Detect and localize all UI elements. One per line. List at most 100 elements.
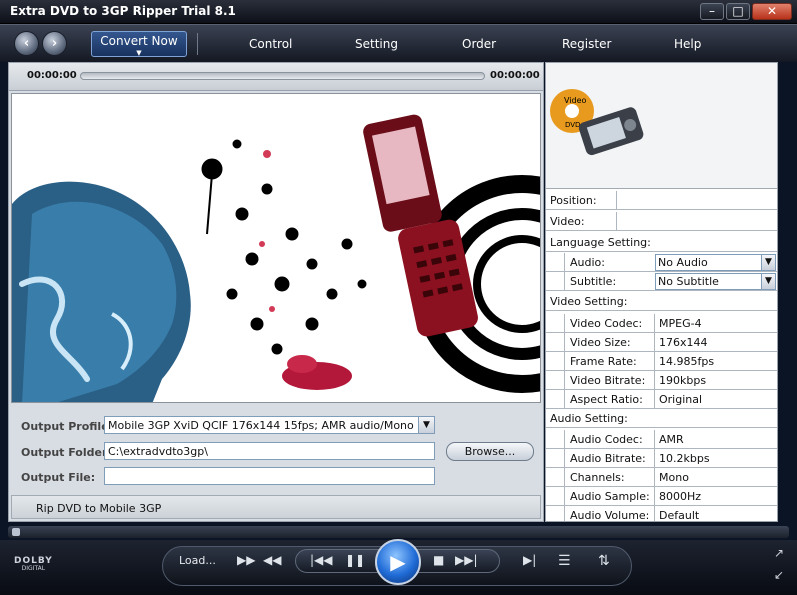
player-bar: DOLBY DIGITAL Load... ▶▶ ◀◀ |◀◀ ❚❚ ▶ ■ ▶…: [0, 539, 797, 595]
shrink-icon[interactable]: ↙: [774, 568, 784, 582]
nav-setting[interactable]: Setting: [355, 37, 398, 51]
seek-slider[interactable]: [80, 72, 485, 80]
pause-icon[interactable]: ❚❚: [345, 553, 365, 567]
skip-forward-icon[interactable]: ▶▶|: [455, 553, 478, 567]
video-codec-row: Video Codec: MPEG-4: [546, 314, 777, 333]
audio-sample-label: Audio Sample:: [570, 490, 650, 503]
video-section-label: Video Setting:: [550, 295, 628, 308]
nav-help[interactable]: Help: [674, 37, 701, 51]
audio-volume-row: Audio Volume: Default: [546, 506, 777, 522]
frame-rate-row: Frame Rate: 14.985fps: [546, 352, 777, 371]
browse-button[interactable]: Browse...: [446, 442, 534, 461]
main-panel: 00:00:00 00:00:00 Output Profile: Mobile…: [8, 62, 544, 522]
video-codec-value: MPEG-4: [659, 317, 702, 330]
product-logo: Video DVD: [546, 63, 777, 189]
audio-sample-row: Audio Sample: 8000Hz: [546, 487, 777, 506]
nav-register[interactable]: Register: [562, 37, 611, 51]
audio-codec-value: AMR: [659, 433, 684, 446]
nav-order[interactable]: Order: [462, 37, 496, 51]
aspect-ratio-row: Aspect Ratio: Original: [546, 390, 777, 409]
audio-row: Audio: No Audio ▼: [546, 253, 777, 272]
maximize-button[interactable]: □: [726, 3, 750, 20]
position-row: Position:: [546, 191, 777, 210]
frame-rate-value: 14.985fps: [659, 355, 715, 368]
audio-codec-row: Audio Codec: AMR: [546, 430, 777, 449]
language-section: Language Setting:: [546, 233, 777, 252]
dolby-top: DOLBY: [14, 556, 53, 566]
audio-sample-value: 8000Hz: [659, 490, 702, 503]
chevron-down-icon[interactable]: ▼: [761, 274, 775, 289]
audio-bitrate-value: 10.2kbps: [659, 452, 710, 465]
video-bitrate-row: Video Bitrate: 190kbps: [546, 371, 777, 390]
disc-sub: DVD: [565, 121, 580, 129]
subtitle-row: Subtitle: No Subtitle ▼: [546, 272, 777, 291]
position-label: Position:: [550, 194, 597, 207]
chevron-down-icon: ▼: [136, 49, 142, 57]
chevron-down-icon[interactable]: ▼: [418, 417, 434, 433]
video-section: Video Setting:: [546, 292, 777, 311]
audio-select[interactable]: No Audio ▼: [655, 254, 776, 271]
play-icon: ▶: [390, 550, 406, 574]
nav-control[interactable]: Control: [249, 37, 292, 51]
status-bar: Rip DVD to Mobile 3GP: [11, 495, 541, 519]
time-end: 00:00:00: [490, 70, 540, 81]
audio-volume-label: Audio Volume:: [570, 509, 650, 522]
audio-codec-label: Audio Codec:: [570, 433, 643, 446]
time-start: 00:00:00: [27, 70, 77, 81]
forward-arrow-icon[interactable]: ›: [42, 31, 67, 56]
subtitle-select[interactable]: No Subtitle ▼: [655, 273, 776, 290]
snapshot-icon[interactable]: ⇅: [598, 553, 610, 569]
video-size-row: Video Size: 176x144: [546, 333, 777, 352]
fast-forward-icon[interactable]: ▶▶: [237, 553, 255, 567]
stop-icon[interactable]: ■: [433, 553, 444, 567]
channels-value: Mono: [659, 471, 689, 484]
audio-label: Audio:: [570, 256, 605, 269]
load-button[interactable]: Load...: [179, 554, 216, 567]
list-icon[interactable]: ☰: [558, 553, 571, 569]
convert-now-button[interactable]: Convert Now ▼: [91, 31, 187, 57]
output-profile-value: Mobile 3GP XviD QCIF 176x144 15fps; AMR …: [108, 419, 414, 432]
step-icon[interactable]: ▶|: [523, 553, 536, 567]
video-codec-label: Video Codec:: [570, 317, 643, 330]
audio-bitrate-row: Audio Bitrate: 10.2kbps: [546, 449, 777, 468]
audio-select-value: No Audio: [658, 256, 708, 269]
video-size-label: Video Size:: [570, 336, 631, 349]
status-text: Rip DVD to Mobile 3GP: [36, 502, 162, 515]
audio-volume-value: Default: [659, 509, 700, 522]
rewind-icon[interactable]: ◀◀: [263, 553, 281, 567]
output-folder-value: C:\extradvdto3gp\: [108, 445, 208, 458]
aspect-ratio-label: Aspect Ratio:: [570, 393, 643, 406]
channels-row: Channels: Mono: [546, 468, 777, 487]
video-row: Video:: [546, 212, 777, 231]
window-title: Extra DVD to 3GP Ripper Trial 8.1: [10, 4, 236, 18]
dolby-bottom: DIGITAL: [21, 565, 46, 572]
skip-back-icon[interactable]: |◀◀: [310, 553, 333, 567]
video-preview: [11, 93, 541, 403]
progress-strip[interactable]: [8, 526, 789, 538]
video-label: Video:: [550, 215, 585, 228]
output-folder-field[interactable]: C:\extradvdto3gp\: [104, 442, 435, 460]
video-size-value: 176x144: [659, 336, 708, 349]
output-folder-label: Output Folder:: [21, 446, 112, 459]
audio-section: Audio Setting:: [546, 409, 777, 428]
audio-section-label: Audio Setting:: [550, 412, 628, 425]
nav-bar: ‹ › Convert Now ▼ Control Setting Order …: [0, 24, 797, 62]
output-profile-label: Output Profile:: [21, 420, 114, 433]
subtitle-select-value: No Subtitle: [658, 275, 719, 288]
back-arrow-icon[interactable]: ‹: [14, 31, 39, 56]
output-file-field[interactable]: [104, 467, 435, 485]
progress-thumb[interactable]: [12, 528, 20, 536]
chevron-down-icon[interactable]: ▼: [761, 255, 775, 270]
play-button[interactable]: ▶: [375, 539, 421, 585]
expand-icon[interactable]: ↗: [774, 546, 784, 560]
minimize-button[interactable]: –: [700, 3, 724, 20]
title-bar: Extra DVD to 3GP Ripper Trial 8.1 – □ ✕: [0, 0, 797, 24]
timeline-bar: 00:00:00 00:00:00: [9, 63, 543, 91]
aspect-ratio-value: Original: [659, 393, 703, 406]
audio-bitrate-label: Audio Bitrate:: [570, 452, 646, 465]
output-profile-select[interactable]: Mobile 3GP XviD QCIF 176x144 15fps; AMR …: [104, 416, 435, 434]
close-button[interactable]: ✕: [752, 3, 792, 20]
video-bitrate-label: Video Bitrate:: [570, 374, 646, 387]
language-section-label: Language Setting:: [550, 236, 651, 249]
channels-label: Channels:: [570, 471, 625, 484]
